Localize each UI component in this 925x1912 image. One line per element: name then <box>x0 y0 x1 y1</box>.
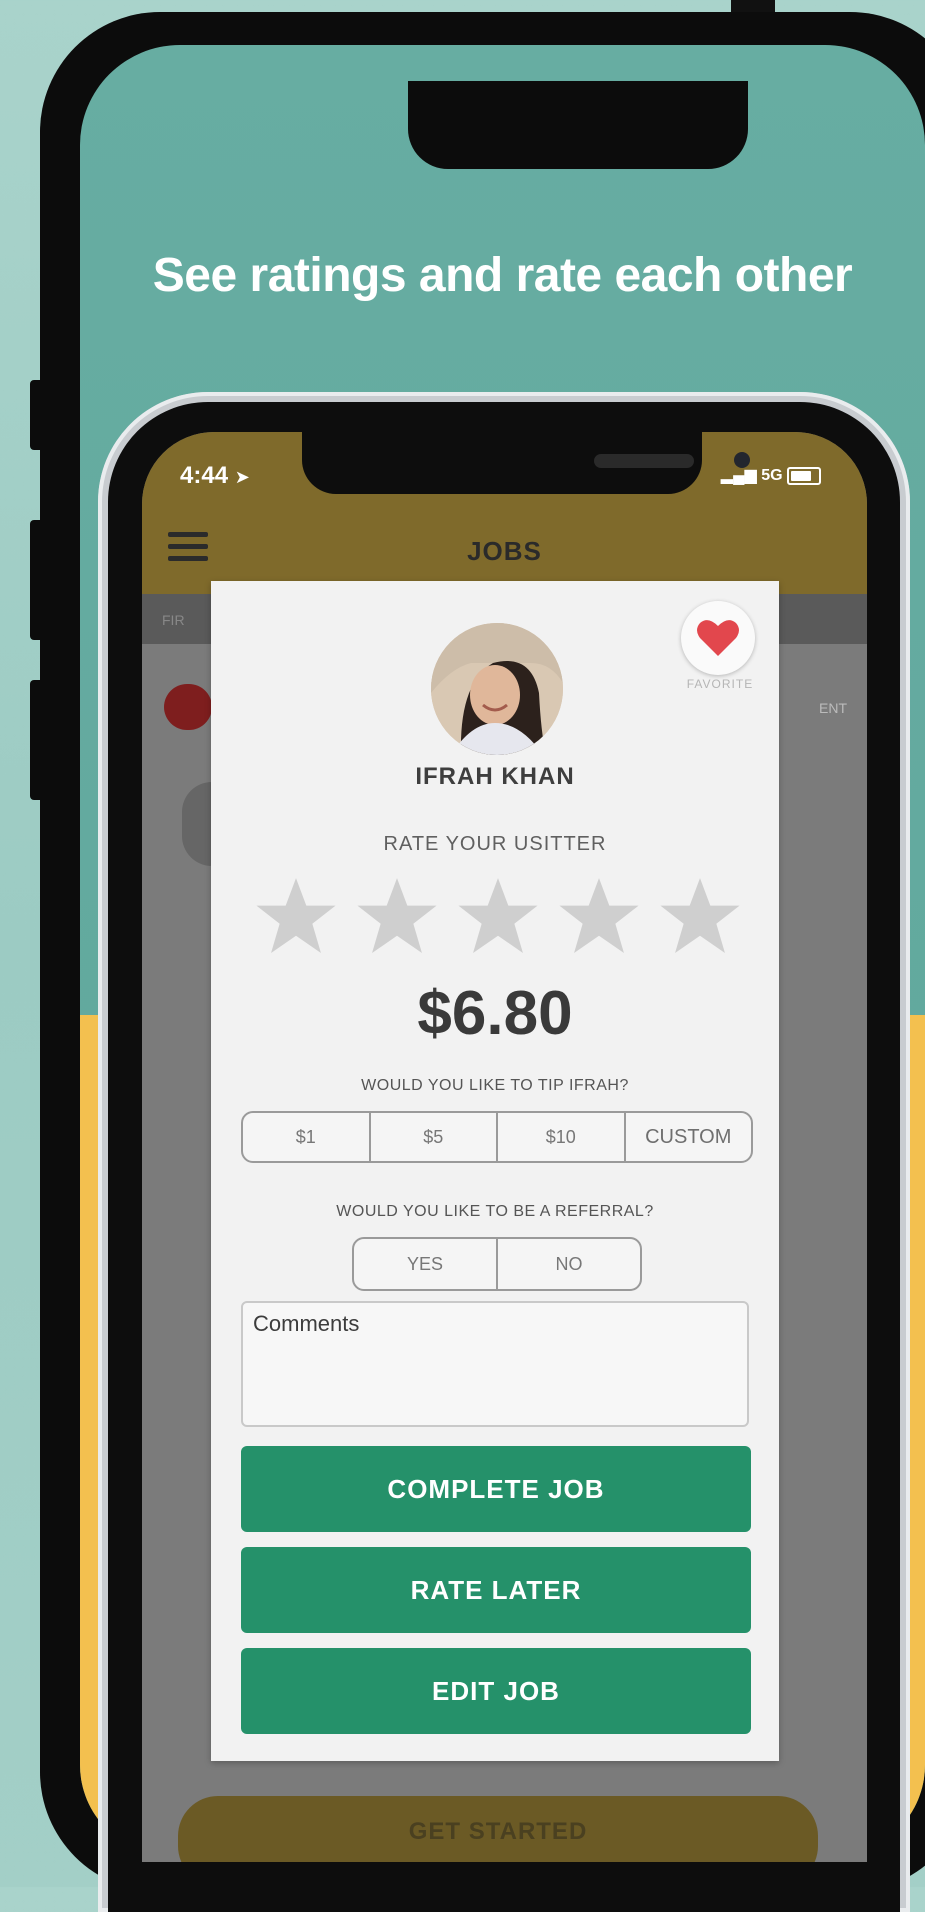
promo-headline: See ratings and rate each other <box>152 249 853 302</box>
avatar <box>431 623 563 755</box>
sitter-name: IFRAH KHAN <box>415 763 575 790</box>
rating-modal: FAVORITE IFRAH KHAN RATE YOUR USITTER $6… <box>211 581 779 1761</box>
inner-notch <box>302 432 750 494</box>
status-indicators: ▂▄▆ 5G <box>721 465 821 485</box>
app-header: 4:44 ➤ ▂▄▆ 5G JOBS <box>142 432 867 594</box>
complete-job-button[interactable]: COMPLETE JOB <box>241 1446 751 1532</box>
favorite-label: FAVORITE <box>686 677 754 691</box>
network-label: 5G <box>761 467 783 484</box>
star-icon[interactable] <box>253 873 339 959</box>
get-started-button[interactable]: GET STARTED <box>178 1796 818 1862</box>
signal-icon: ▂▄▆ <box>720 467 757 484</box>
tip-option-10[interactable]: $10 <box>498 1113 626 1161</box>
outer-notch <box>408 81 748 169</box>
status-badge <box>164 684 212 730</box>
filter-bar-text: FIR <box>162 612 185 628</box>
status-time-text: 4:44 <box>180 462 229 489</box>
page-title: JOBS <box>467 536 542 566</box>
tip-option-custom[interactable]: CUSTOM <box>626 1113 752 1161</box>
background-label: ENT <box>819 700 847 716</box>
rate-later-button[interactable]: RATE LATER <box>241 1547 751 1633</box>
location-arrow-icon: ➤ <box>234 467 250 487</box>
star-icon[interactable] <box>354 873 440 959</box>
job-price: $6.80 <box>417 979 573 1048</box>
rate-title: RATE YOUR USITTER <box>383 833 607 855</box>
edit-job-button[interactable]: EDIT JOB <box>241 1648 751 1734</box>
status-time: 4:44 ➤ <box>180 462 250 490</box>
star-rating <box>253 873 743 963</box>
favorite-button[interactable] <box>681 601 755 675</box>
referral-question: WOULD YOU LIKE TO BE A REFERRAL? <box>336 1203 654 1220</box>
tip-option-5[interactable]: $5 <box>371 1113 498 1161</box>
star-icon[interactable] <box>455 873 541 959</box>
camera <box>734 452 750 468</box>
speaker <box>594 454 694 468</box>
comments-field[interactable]: Comments <box>241 1301 749 1427</box>
battery-icon <box>787 466 821 485</box>
referral-options: YES NO <box>352 1237 642 1291</box>
star-icon[interactable] <box>657 873 743 959</box>
tip-question: WOULD YOU LIKE TO TIP IFRAH? <box>361 1077 629 1094</box>
tip-option-1[interactable]: $1 <box>243 1113 371 1161</box>
referral-no[interactable]: NO <box>498 1239 640 1289</box>
heart-icon <box>697 620 739 656</box>
tip-options: $1 $5 $10 CUSTOM <box>241 1111 753 1163</box>
referral-yes[interactable]: YES <box>354 1239 498 1289</box>
star-icon[interactable] <box>556 873 642 959</box>
